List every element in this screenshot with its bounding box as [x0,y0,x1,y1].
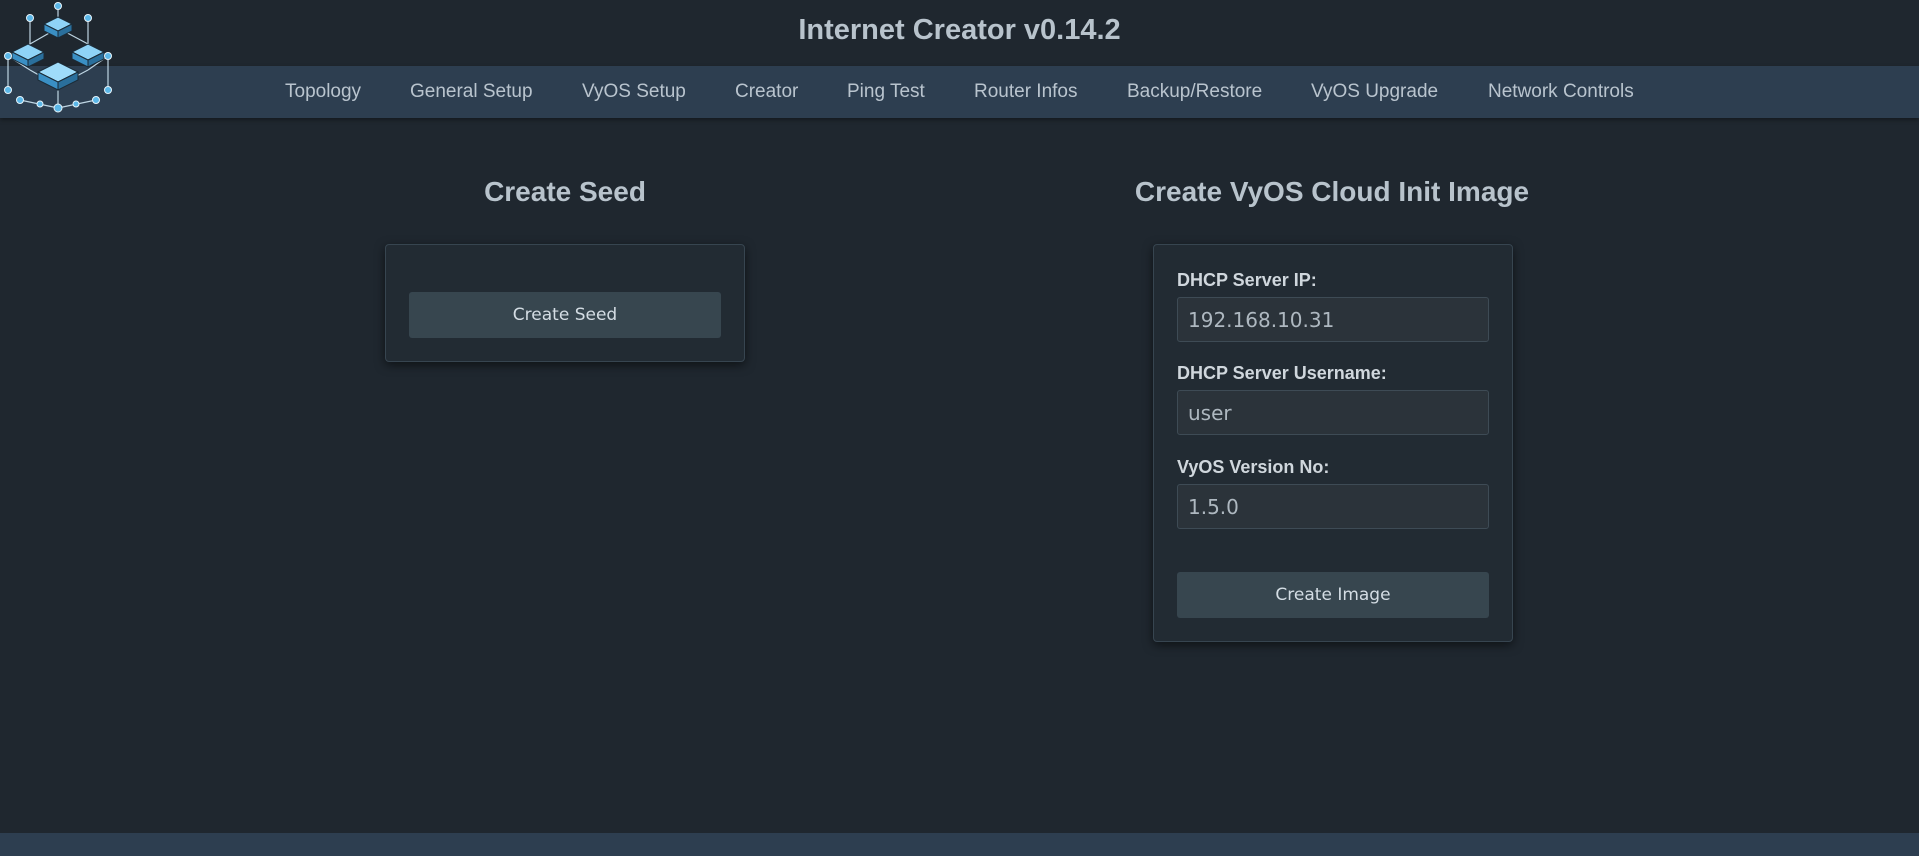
network-servers-logo-icon [4,2,112,113]
nav-item-topology[interactable]: Topology [285,66,361,118]
create-seed-heading: Create Seed [484,176,646,207]
nav-item-vyos-setup[interactable]: VyOS Setup [582,66,686,118]
create-image-button[interactable]: Create Image [1177,572,1489,618]
create-image-heading: Create VyOS Cloud Init Image [1134,176,1530,207]
main-navbar: Topology General Setup VyOS Setup Creato… [0,66,1919,118]
nav-item-creator[interactable]: Creator [735,66,798,118]
nav-item-router-infos[interactable]: Router Infos [974,66,1078,118]
dhcp-server-username-label: DHCP Server Username: [1177,363,1387,383]
nav-item-vyos-upgrade[interactable]: VyOS Upgrade [1311,66,1438,118]
nav-item-network-controls[interactable]: Network Controls [1488,66,1634,118]
footer-bar [0,833,1919,856]
create-seed-button[interactable]: Create Seed [409,292,721,338]
nav-item-backup-restore[interactable]: Backup/Restore [1127,66,1262,118]
app-header: Internet Creator v0.14.2 [0,0,1919,66]
nav-item-general-setup[interactable]: General Setup [410,66,533,118]
create-image-card: DHCP Server IP: DHCP Server Username: Vy… [1153,244,1513,642]
create-seed-card: Create Seed [385,244,745,362]
vyos-version-label: VyOS Version No: [1177,457,1330,477]
dhcp-server-ip-label: DHCP Server IP: [1177,270,1317,290]
vyos-version-input[interactable] [1177,484,1489,529]
dhcp-server-ip-input[interactable] [1177,297,1489,342]
app-title: Internet Creator v0.14.2 [798,14,1121,46]
nav-item-ping-test[interactable]: Ping Test [847,66,925,118]
dhcp-server-username-input[interactable] [1177,390,1489,435]
